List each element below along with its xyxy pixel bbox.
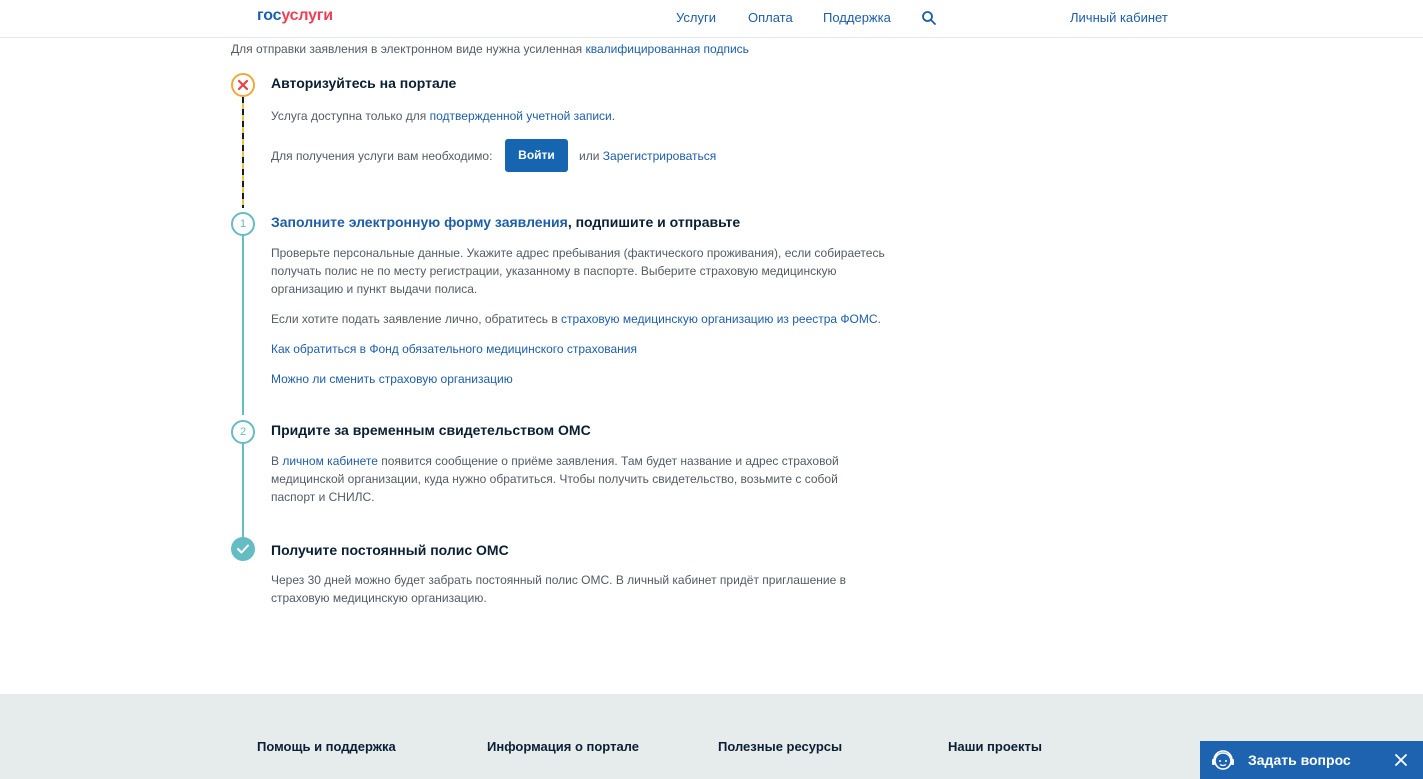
change-insurer-link[interactable]: Можно ли сменить страховую организацию xyxy=(271,372,513,386)
checkmark-icon xyxy=(237,544,249,554)
step-3-text: Через 30 дней можно будет забрать постоя… xyxy=(271,573,846,605)
nav-services[interactable]: Услуги xyxy=(676,10,716,25)
step-auth-title: Авторизуйтесь на портале xyxy=(271,75,457,91)
register-link[interactable]: Зарегистрироваться xyxy=(603,149,716,163)
step-2-text-start: В xyxy=(271,454,283,468)
step-auth-text: Услуга доступна только для подтвержденно… xyxy=(271,107,891,125)
personal-cabinet-inline-link[interactable]: личном кабинете xyxy=(282,454,378,468)
footer-info-heading: Информация о портале xyxy=(487,739,639,754)
signature-note: Для отправки заявления в электронном вид… xyxy=(231,42,749,56)
confirmed-account-link[interactable]: подтвержденной учетной записи. xyxy=(430,109,615,123)
oms-fund-link[interactable]: Как обратиться в Фонд обязательного меди… xyxy=(271,342,637,356)
step-connector-1 xyxy=(242,236,244,415)
search-icon[interactable] xyxy=(921,10,937,26)
in-person-plain: Если хотите подать заявление лично, обра… xyxy=(271,312,562,326)
footer-projects-heading: Наши проекты xyxy=(948,739,1042,754)
step-1-title: Заполните электронную форму заявления, п… xyxy=(271,214,740,230)
site-header: госуслуги Услуги Оплата Поддержка Личный… xyxy=(0,0,1423,38)
footer-resources-heading: Полезные ресурсы xyxy=(718,739,843,754)
step-connector-2 xyxy=(242,444,244,538)
gosuslugi-logo[interactable]: госуслуги xyxy=(257,7,333,25)
step-auth-requirement: Для получения услуги вам необходимо: xyxy=(271,149,493,163)
login-button[interactable]: Войти xyxy=(505,139,568,172)
step-3-marker xyxy=(231,537,255,561)
footer-help-heading: Помощь и поддержка xyxy=(257,739,396,754)
step-connector-dashed xyxy=(242,97,244,208)
register-row: или Зарегистрироваться xyxy=(579,147,779,165)
nav-support[interactable]: Поддержка xyxy=(823,10,891,25)
step-1-links-2: Можно ли сменить страховую организацию xyxy=(271,370,891,388)
logo-part-uslugi: услуги xyxy=(281,7,333,24)
ask-question-widget[interactable]: Задать вопрос xyxy=(1200,741,1423,779)
insurance-registry-link[interactable]: страховую медицинскую организацию из рее… xyxy=(561,312,878,326)
step-1-text: Проверьте персональные данные. Укажите а… xyxy=(271,246,885,296)
personal-cabinet-link[interactable]: Личный кабинет xyxy=(1070,10,1168,25)
step-2-marker: 2 xyxy=(231,420,255,444)
nav-payment[interactable]: Оплата xyxy=(748,10,793,25)
step-auth-text-plain: Услуга доступна только для xyxy=(271,109,430,123)
step-2-title: Придите за временным свидетельством ОМС xyxy=(271,422,591,438)
in-person-end: . xyxy=(877,312,881,326)
step-1-in-person-text: Если хотите подать заявление лично, обра… xyxy=(271,310,891,328)
ask-question-label: Задать вопрос xyxy=(1248,752,1351,768)
close-icon[interactable] xyxy=(1394,753,1408,767)
fill-form-link[interactable]: Заполните электронную форму заявления xyxy=(271,214,568,230)
or-label: или xyxy=(579,149,600,163)
logo-part-gos: гос xyxy=(257,7,282,24)
close-x-icon xyxy=(237,79,249,91)
qualified-signature-link[interactable]: квалифицированная подпись xyxy=(586,42,749,56)
step-1-title-rest: , подпишите и отправьте xyxy=(567,214,741,230)
step-1-marker: 1 xyxy=(231,212,255,236)
step-2-text: В личном кабинете появится сообщение о п… xyxy=(271,452,871,506)
step-status-error-marker xyxy=(231,73,255,97)
signature-note-text: Для отправки заявления в электронном вид… xyxy=(231,42,586,56)
step-1-links-1: Как обратиться в Фонд обязательного меди… xyxy=(271,340,891,358)
step-3-title: Получите постоянный полис ОМС xyxy=(271,542,509,558)
support-operator-icon xyxy=(1212,750,1234,770)
